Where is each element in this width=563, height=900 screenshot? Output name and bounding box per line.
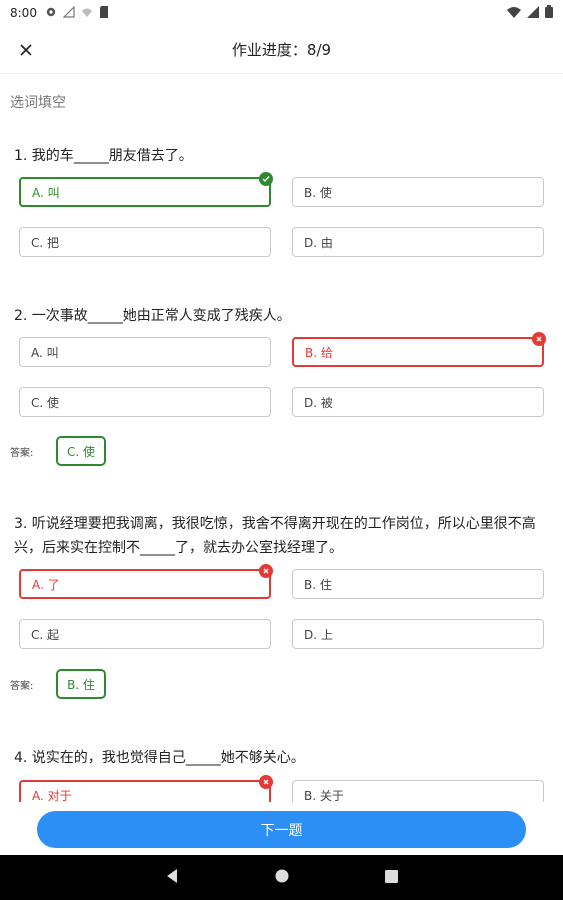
error-icon [259,775,273,789]
recents-icon [385,868,398,887]
option-label: D. 上 [304,627,333,642]
back-button[interactable] [162,868,182,888]
system-nav-bar [0,855,563,900]
q3-answer-row: 答案: B. 住 [10,669,106,699]
cell-signal-icon [527,5,539,21]
q1-option-c[interactable]: C. 把 [19,227,271,257]
option-label: B. 住 [304,577,332,592]
signal-off-icon [62,5,75,21]
app-header: 作业进度：8/9 [0,26,563,74]
error-icon [532,332,546,346]
option-label: C. 起 [31,627,60,642]
wifi-icon [507,6,521,21]
error-icon [259,564,273,578]
option-label: B. 使 [304,185,332,200]
q4-option-a[interactable]: A. 对于 [19,775,273,803]
question-3-text: 3. 听说经理要把我调离，我很吃惊，我舍不得离开现在的工作岗位，所以心里很不高兴… [14,516,536,556]
question-4-text: 4. 说实在的，我也觉得自己_____她不够关心。 [14,750,305,766]
option-label: A. 对于 [32,788,72,803]
q1-option-b[interactable]: B. 使 [292,177,544,207]
back-icon [166,868,178,887]
option-label: A. 叫 [31,345,59,360]
option-label: C. 使 [31,395,60,410]
option-label: D. 被 [304,395,333,410]
home-icon [275,868,289,887]
answer-badge: C. 使 [56,436,106,466]
home-button[interactable] [272,868,292,888]
status-time: 8:00 [10,6,37,20]
q3-option-c[interactable]: C. 起 [19,619,271,649]
q2-answer-row: 答案: C. 使 [10,436,106,466]
q3-option-d[interactable]: D. 上 [292,619,544,649]
option-label: A. 了 [32,577,60,592]
question-1-text: 1. 我的车_____朋友借去了。 [14,148,193,164]
sd-card-icon [99,5,109,21]
q2-option-a[interactable]: A. 叫 [19,337,271,367]
close-icon [20,41,32,60]
q2-option-c[interactable]: C. 使 [19,387,271,417]
wifi-off-icon [81,6,93,21]
recents-button[interactable] [382,868,402,888]
answer-label: 答案: [10,680,34,692]
gear-icon [45,6,57,21]
section-title: 选词填空 [10,95,66,111]
status-bar: 8:00 [0,0,563,26]
q3-option-a[interactable]: A. 了 [19,564,273,599]
close-button[interactable] [14,38,38,62]
answer-badge: B. 住 [56,669,106,699]
q4-option-b[interactable]: B. 关于 [292,780,544,802]
q3-option-b[interactable]: B. 住 [292,569,544,599]
q1-option-d[interactable]: D. 由 [292,227,544,257]
option-label: D. 由 [304,235,333,250]
q2-option-b[interactable]: B. 给 [292,332,546,367]
option-label: A. 叫 [32,185,60,200]
battery-icon [545,5,553,21]
option-label: C. 把 [31,235,60,250]
answer-label: 答案: [10,447,34,459]
option-label: B. 关于 [304,788,344,803]
next-question-button[interactable]: 下一题 [37,811,526,848]
question-2-text: 2. 一次事故_____她由正常人变成了残疾人。 [14,308,291,324]
option-label: B. 给 [305,345,333,360]
check-icon [259,172,273,186]
q2-option-d[interactable]: D. 被 [292,387,544,417]
q1-option-a[interactable]: A. 叫 [19,172,273,207]
page-title: 作业进度：8/9 [231,41,332,59]
question-list[interactable]: 选词填空 1. 我的车_____朋友借去了。 A. 叫 B. 使 C. 把 D.… [0,74,563,802]
